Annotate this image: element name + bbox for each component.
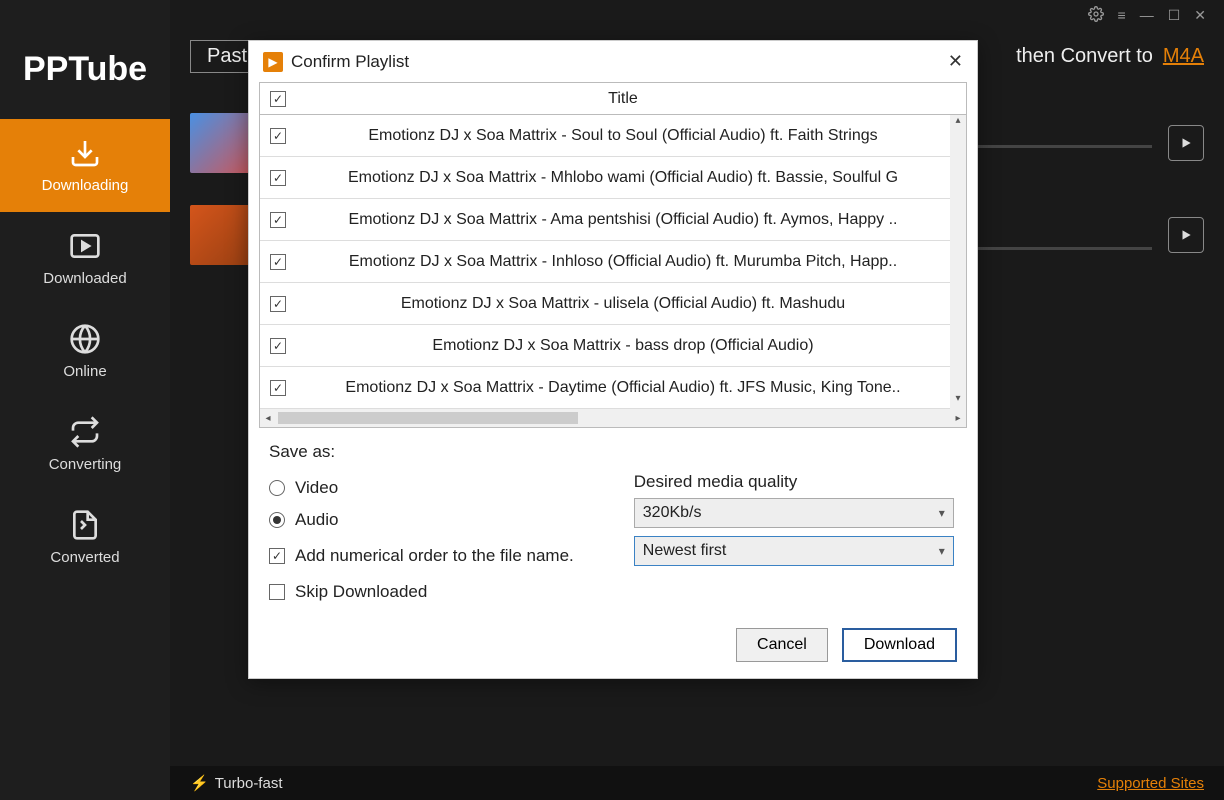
playlist-table: ✓ Title ✓ Emotionz DJ x Soa Mattrix - So… bbox=[259, 82, 967, 428]
sidebar-item-label: Online bbox=[63, 363, 106, 380]
horizontal-scrollbar[interactable]: ◂ ▸ bbox=[260, 409, 966, 427]
track-title: Emotionz DJ x Soa Mattrix - bass drop (O… bbox=[296, 337, 950, 355]
play-button[interactable] bbox=[1168, 217, 1204, 253]
play-icon bbox=[1179, 136, 1193, 150]
select-value: Newest first bbox=[643, 542, 727, 560]
play-icon bbox=[1179, 228, 1193, 242]
scrollbar-thumb[interactable] bbox=[278, 412, 578, 424]
cancel-button[interactable]: Cancel bbox=[736, 628, 828, 662]
radio-label: Audio bbox=[295, 510, 338, 530]
turbo-indicator[interactable]: ⚡ Turbo-fast bbox=[190, 774, 283, 792]
play-button[interactable] bbox=[1168, 125, 1204, 161]
add-numerical-checkbox[interactable]: ✓ Add numerical order to the file name. bbox=[269, 546, 574, 566]
refresh-icon bbox=[69, 416, 101, 448]
radio-icon bbox=[269, 480, 285, 496]
chevron-down-icon: ▾ bbox=[939, 544, 945, 558]
dialog-header: ▶ Confirm Playlist ✕ bbox=[249, 41, 977, 82]
table-body[interactable]: ✓ Emotionz DJ x Soa Mattrix - Soul to So… bbox=[260, 115, 966, 409]
dialog-body: Save as: Video Audio ✓ Add numerical ord… bbox=[249, 428, 977, 616]
download-button[interactable]: Download bbox=[842, 628, 957, 662]
track-title: Emotionz DJ x Soa Mattrix - Mhlobo wami … bbox=[296, 169, 950, 187]
chevron-down-icon: ▾ bbox=[939, 506, 945, 520]
footer: ⚡ Turbo-fast Supported Sites bbox=[170, 766, 1224, 800]
dialog-close-button[interactable]: ✕ bbox=[948, 51, 963, 72]
sidebar: PPTube Downloading Downloaded Online Con… bbox=[0, 0, 170, 800]
row-checkbox[interactable]: ✓ bbox=[270, 212, 286, 228]
checkbox-icon: ✓ bbox=[269, 548, 285, 564]
sidebar-item-converting[interactable]: Converting bbox=[0, 398, 170, 491]
skip-downloaded-checkbox[interactable]: Skip Downloaded bbox=[269, 582, 574, 602]
globe-icon bbox=[69, 323, 101, 355]
quality-select[interactable]: 320Kb/s ▾ bbox=[634, 498, 954, 528]
table-row[interactable]: ✓ Emotionz DJ x Soa Mattrix - Mhlobo wam… bbox=[260, 157, 966, 199]
table-row[interactable]: ✓ Emotionz DJ x Soa Mattrix - bass drop … bbox=[260, 325, 966, 367]
dialog-footer: Cancel Download bbox=[249, 616, 977, 678]
film-icon bbox=[69, 230, 101, 262]
confirm-playlist-dialog: ▶ Confirm Playlist ✕ ✓ Title ✓ Emotionz … bbox=[248, 40, 978, 679]
order-select[interactable]: Newest first ▾ bbox=[634, 536, 954, 566]
app-icon: ▶ bbox=[263, 52, 283, 72]
row-checkbox[interactable]: ✓ bbox=[270, 128, 286, 144]
scroll-right-icon[interactable]: ▸ bbox=[950, 413, 966, 424]
row-checkbox[interactable]: ✓ bbox=[270, 296, 286, 312]
file-icon bbox=[69, 509, 101, 541]
table-row[interactable]: ✓ Emotionz DJ x Soa Mattrix - Soul to So… bbox=[260, 115, 966, 157]
dialog-title: Confirm Playlist bbox=[291, 52, 409, 72]
radio-label: Video bbox=[295, 478, 338, 498]
row-checkbox[interactable]: ✓ bbox=[270, 170, 286, 186]
scroll-up-icon[interactable]: ▴ bbox=[950, 115, 966, 131]
table-row[interactable]: ✓ Emotionz DJ x Soa Mattrix - ulisela (O… bbox=[260, 283, 966, 325]
row-checkbox[interactable]: ✓ bbox=[270, 254, 286, 270]
select-value: 320Kb/s bbox=[643, 504, 702, 522]
table-row[interactable]: ✓ Emotionz DJ x Soa Mattrix - Inhloso (O… bbox=[260, 241, 966, 283]
sidebar-item-label: Converting bbox=[49, 456, 122, 473]
supported-sites-link[interactable]: Supported Sites bbox=[1097, 775, 1204, 792]
column-header-title: Title bbox=[296, 90, 950, 108]
turbo-label: Turbo-fast bbox=[215, 775, 283, 792]
row-checkbox[interactable]: ✓ bbox=[270, 338, 286, 354]
checkbox-label: Skip Downloaded bbox=[295, 582, 427, 602]
sidebar-item-converted[interactable]: Converted bbox=[0, 491, 170, 584]
radio-audio[interactable]: Audio bbox=[269, 510, 574, 530]
track-title: Emotionz DJ x Soa Mattrix - Inhloso (Off… bbox=[296, 253, 950, 271]
app-logo: PPTube bbox=[0, 30, 170, 119]
row-checkbox[interactable]: ✓ bbox=[270, 380, 286, 396]
track-title: Emotionz DJ x Soa Mattrix - Ama pentshis… bbox=[296, 211, 950, 229]
sidebar-item-downloaded[interactable]: Downloaded bbox=[0, 212, 170, 305]
sidebar-item-downloading[interactable]: Downloading bbox=[0, 119, 170, 212]
sidebar-item-label: Downloaded bbox=[43, 270, 126, 287]
sidebar-item-online[interactable]: Online bbox=[0, 305, 170, 398]
track-title: Emotionz DJ x Soa Mattrix - Daytime (Off… bbox=[296, 379, 950, 397]
sidebar-item-label: Downloading bbox=[42, 177, 129, 194]
save-as-radio-group: Video Audio bbox=[269, 478, 574, 530]
checkbox-label: Add numerical order to the file name. bbox=[295, 546, 574, 566]
table-header: ✓ Title bbox=[260, 83, 966, 115]
radio-icon bbox=[269, 512, 285, 528]
table-row[interactable]: ✓ Emotionz DJ x Soa Mattrix - Daytime (O… bbox=[260, 367, 966, 409]
table-row[interactable]: ✓ Emotionz DJ x Soa Mattrix - Ama pentsh… bbox=[260, 199, 966, 241]
track-title: Emotionz DJ x Soa Mattrix - ulisela (Off… bbox=[296, 295, 950, 313]
quality-label: Desired media quality bbox=[634, 472, 957, 492]
checkbox-icon bbox=[269, 584, 285, 600]
convert-label: then Convert to bbox=[1016, 45, 1153, 68]
download-icon bbox=[69, 137, 101, 169]
vertical-scrollbar[interactable]: ▴ ▾ bbox=[950, 115, 966, 409]
scroll-left-icon[interactable]: ◂ bbox=[260, 413, 276, 424]
save-as-label: Save as: bbox=[269, 442, 957, 462]
sidebar-item-label: Converted bbox=[50, 549, 119, 566]
scroll-down-icon[interactable]: ▾ bbox=[950, 393, 966, 409]
format-selector[interactable]: M4A bbox=[1163, 45, 1204, 68]
radio-video[interactable]: Video bbox=[269, 478, 574, 498]
track-title: Emotionz DJ x Soa Mattrix - Soul to Soul… bbox=[296, 127, 950, 145]
select-all-checkbox[interactable]: ✓ bbox=[270, 91, 286, 107]
bolt-icon: ⚡ bbox=[190, 774, 209, 792]
